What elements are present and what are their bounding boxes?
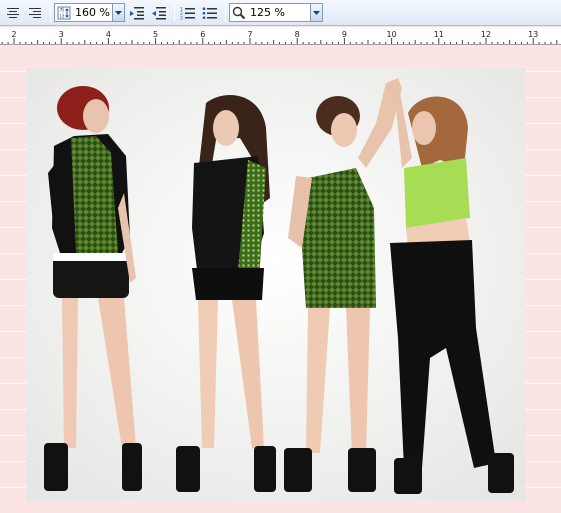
ruler-label: 12	[480, 30, 492, 39]
ruler-label: 10	[386, 30, 397, 39]
align-center-button[interactable]	[3, 3, 23, 23]
indent-increase-icon	[129, 6, 144, 19]
ruler-ticks	[1, 38, 558, 44]
ruler-label: 13	[528, 30, 539, 39]
line-spacing-combo[interactable]: 가 나 160 %	[54, 3, 125, 22]
line-spacing-icon: 가 나	[55, 4, 73, 21]
formatting-toolbar: 가 나 160 % 1 2 3 125 %	[0, 0, 561, 26]
ruler-label: 2	[11, 30, 17, 39]
ruler-label: 8	[294, 30, 300, 39]
chevron-down-icon	[312, 10, 320, 15]
embedded-photo[interactable]	[26, 68, 526, 501]
indent-decrease-button[interactable]	[149, 3, 169, 23]
ruler-label: 6	[200, 30, 206, 39]
ruler-label: 4	[105, 30, 111, 39]
toolbar-separator	[50, 3, 51, 22]
svg-text:나: 나	[60, 13, 65, 20]
horizontal-ruler[interactable]: 2 3 4 5 6 7 8 9 10 11 12 13	[0, 27, 561, 45]
zoom-dropdown-button[interactable]	[309, 4, 322, 21]
indent-increase-button[interactable]	[127, 3, 147, 23]
zoom-value[interactable]: 125 %	[248, 6, 310, 19]
ruler-label: 11	[433, 30, 444, 39]
ruler-label: 7	[247, 30, 253, 39]
line-spacing-value[interactable]: 160 %	[73, 6, 112, 19]
indent-decrease-icon	[151, 6, 166, 19]
align-center-icon	[7, 7, 19, 18]
magnifier-icon	[230, 4, 248, 21]
line-spacing-dropdown-button[interactable]	[111, 4, 124, 21]
ruler-label: 9	[341, 30, 347, 39]
ruler-label: 3	[58, 30, 64, 39]
bullet-list-button[interactable]	[200, 3, 220, 23]
photo-image	[26, 68, 526, 501]
toolbar-separator	[173, 3, 175, 22]
align-right-icon	[29, 7, 41, 18]
align-right-button[interactable]	[25, 3, 45, 23]
toolbar-separator	[224, 3, 226, 22]
zoom-combo[interactable]: 125 %	[228, 3, 323, 22]
numbered-list-icon: 1 2 3	[180, 6, 195, 20]
chevron-down-icon	[114, 10, 122, 15]
svg-text:가: 가	[60, 7, 65, 14]
document-area[interactable]	[0, 46, 561, 513]
bullet-list-icon	[202, 6, 217, 19]
ruler-label: 5	[153, 30, 159, 39]
svg-text:3: 3	[180, 15, 183, 20]
numbered-list-button[interactable]: 1 2 3	[178, 3, 198, 23]
